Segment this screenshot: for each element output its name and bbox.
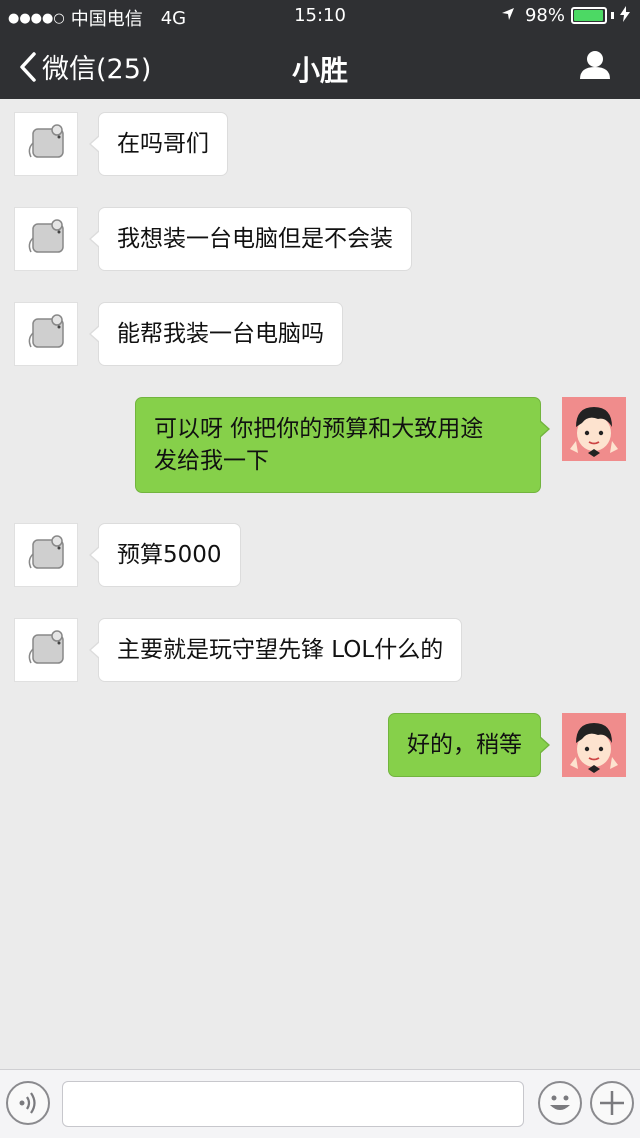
chat-area[interactable]: 在吗哥们 我想装一台电脑但是不会装 能帮我装一台电脑吗 可以呀 你把你的预算和大… [0,99,640,1069]
contact-avatar[interactable] [14,618,78,682]
message-line: 发给我一下 [154,448,269,474]
contact-avatar[interactable] [14,523,78,587]
my-avatar[interactable] [562,397,626,461]
cartoon-boy-avatar-icon [562,713,626,777]
battery-percent: 98% [524,5,565,26]
mouse-avatar-icon [28,535,64,569]
message-bubble-incoming[interactable]: 能帮我装一台电脑吗 [89,302,343,366]
smiley-icon [550,1095,570,1110]
profile-button[interactable] [578,49,612,81]
message-bubble-outgoing[interactable]: 好的，稍等 [388,713,550,777]
mouse-avatar-icon [28,630,64,664]
voice-icon [19,1092,36,1114]
status-bar: ●●●●○ 中国电信 4G 15:10 98% [0,0,640,33]
cartoon-boy-avatar-icon [562,397,626,461]
message-bubble-incoming[interactable]: 我想装一台电脑但是不会装 [89,207,412,271]
mouse-avatar-icon [28,219,64,253]
message-bubble-incoming[interactable]: 预算5000 [89,523,241,587]
contact-avatar[interactable] [14,112,78,176]
voice-button[interactable] [6,1081,50,1125]
charging-bolt-icon [620,5,630,26]
plus-icon [600,1091,624,1115]
message-line: 可以呀 你把你的预算和大致用途 [154,416,484,442]
contact-avatar[interactable] [14,302,78,366]
top-bar: ●●●●○ 中国电信 4G 15:10 98% 微信(25) 小胜 [0,0,640,99]
message-input[interactable] [62,1081,524,1127]
status-right: 98% [501,5,630,26]
nav-bar: 微信(25) 小胜 [0,33,640,99]
chat-title: 小胜 [291,54,348,87]
battery-nub [611,12,614,19]
contact-avatar[interactable] [14,207,78,271]
message-bubble-outgoing[interactable]: 可以呀 你把你的预算和大致用途 发给我一下 [135,397,550,493]
mouse-avatar-icon [28,314,64,348]
plus-button[interactable] [590,1081,634,1125]
location-arrow-icon [501,7,515,25]
input-bar [0,1069,640,1138]
message-bubble-incoming[interactable]: 在吗哥们 [89,112,228,176]
battery-icon [571,7,607,24]
mouse-avatar-icon [28,124,64,158]
emoji-button[interactable] [538,1081,582,1125]
person-icon [580,51,610,79]
my-avatar[interactable] [562,713,626,777]
battery-fill [574,10,604,21]
message-bubble-incoming[interactable]: 主要就是玩守望先锋 LOL什么的 [88,618,463,682]
